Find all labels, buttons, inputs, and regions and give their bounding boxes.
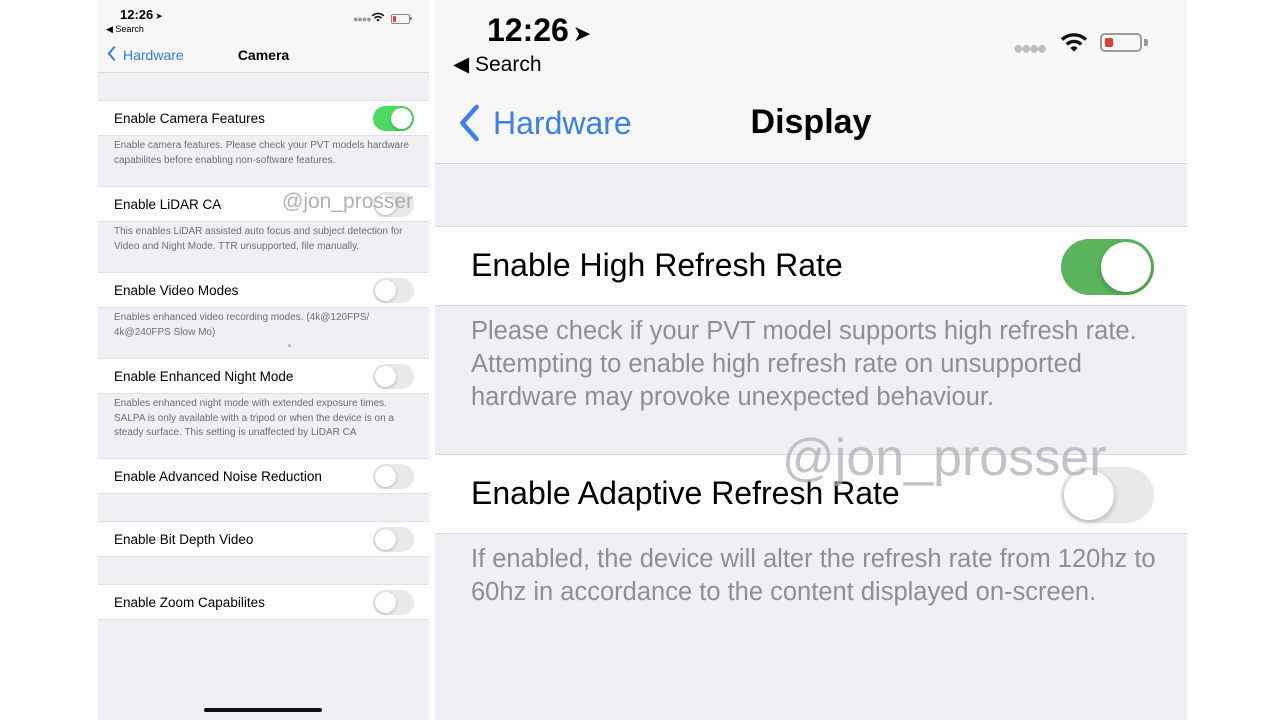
zoom-capabilites-toggle[interactable] <box>373 590 414 615</box>
high-refresh-rate-toggle[interactable] <box>1061 239 1154 295</box>
battery-icon <box>391 14 410 24</box>
page-title: Camera <box>237 47 290 63</box>
row-enable-high-refresh-rate[interactable]: Enable High Refresh Rate <box>435 226 1187 306</box>
page-title: Display <box>750 103 872 141</box>
camera-features-toggle[interactable] <box>373 106 414 131</box>
signal-dots-icon: ●●●● <box>1013 38 1047 58</box>
signal-dots-icon: ●●●● <box>353 14 372 24</box>
wifi-icon <box>371 12 385 22</box>
row-footer: If enabled, the device will alter the re… <box>471 545 1156 606</box>
row-enable-camera-features[interactable]: Enable Camera Features <box>98 100 429 136</box>
wifi-icon <box>1060 33 1088 52</box>
row-enable-enhanced-night-mode[interactable]: Enable Enhanced Night Mode <box>98 358 429 394</box>
camera-settings-screen: 12:26 ➤ ◀ Search ●●●● Hardware Camera Ena… <box>98 0 429 720</box>
advanced-noise-reduction-toggle[interactable] <box>373 464 414 489</box>
row-footer: Enables enhanced night mode with extende… <box>114 398 394 438</box>
location-arrow-icon: ➤ <box>155 11 163 21</box>
navigation-bar: Hardware Camera <box>98 40 429 73</box>
display-settings-screen: 12:26 ➤ ◀ Search ●●●● Hardware Display En… <box>435 0 1187 720</box>
row-enable-zoom-capabilites[interactable]: Enable Zoom Capabilites <box>98 584 429 620</box>
bit-depth-video-toggle[interactable] <box>373 527 414 552</box>
enhanced-night-mode-toggle[interactable] <box>373 364 414 389</box>
row-footer: This enables LiDAR assisted auto focus a… <box>114 226 403 252</box>
home-indicator[interactable] <box>204 708 322 712</box>
row-label: Enable Video Modes <box>114 283 239 298</box>
status-bar: 12:26 ➤ ◀ Search ●●●● <box>435 0 1187 88</box>
video-modes-toggle[interactable] <box>373 278 414 303</box>
watermark: @jon_prosser <box>782 429 1107 487</box>
row-label: Enable Bit Depth Video <box>114 532 254 547</box>
row-label: Enable Enhanced Night Mode <box>114 369 294 384</box>
navigation-bar: Hardware Display <box>435 88 1187 164</box>
location-arrow-icon: ➤ <box>572 21 592 46</box>
row-label: Enable Zoom Capabilites <box>114 595 265 610</box>
row-footer: Enable camera features. Please check you… <box>114 140 409 166</box>
back-to-search-link[interactable]: ◀ Search <box>453 52 542 77</box>
row-label: Enable Camera Features <box>114 111 265 126</box>
watermark: @jon_prosser <box>282 190 414 213</box>
row-enable-bit-depth-video[interactable]: Enable Bit Depth Video <box>98 521 429 557</box>
status-time: 12:26 ➤ <box>120 7 163 22</box>
row-label: Enable LiDAR CA <box>114 197 222 212</box>
row-footer: Enables enhanced video recording modes. … <box>114 312 370 338</box>
row-enable-video-modes[interactable]: Enable Video Modes <box>98 272 429 308</box>
row-label: Enable High Refresh Rate <box>471 247 843 283</box>
status-bar: 12:26 ➤ ◀ Search ●●●● <box>98 0 429 40</box>
back-to-search-link[interactable]: ◀ Search <box>106 24 144 35</box>
row-footer: Please check if your PVT model supports … <box>471 317 1137 411</box>
status-time: 12:26 ➤ <box>487 12 592 48</box>
row-label: Enable Advanced Noise Reduction <box>114 469 322 484</box>
row-enable-advanced-noise-reduction[interactable]: Enable Advanced Noise Reduction <box>98 458 429 494</box>
battery-icon <box>1100 33 1142 52</box>
